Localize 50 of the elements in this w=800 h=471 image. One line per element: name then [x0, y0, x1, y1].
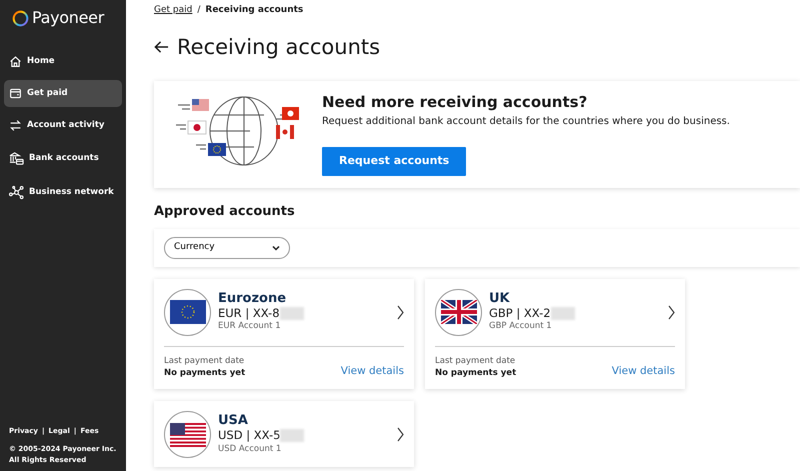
- breadcrumb-separator: /: [197, 4, 200, 17]
- sidebar-item[interactable]: Get paid: [4, 80, 122, 107]
- redacted-number: [280, 429, 304, 442]
- last-payment-label: Last payment date: [164, 354, 246, 368]
- chevron-right-icon[interactable]: [397, 304, 404, 320]
- account-name: GBP Account 1: [489, 320, 553, 334]
- chevron-right-icon[interactable]: [397, 427, 404, 442]
- account-number: EUR | XX-8: [218, 306, 280, 320]
- promo-text: Request additional bank account details for the countries where you do business.: [322, 115, 730, 129]
- account-card[interactable]: USA USD | XX-5 USD Account 1: [154, 401, 414, 467]
- account-card[interactable]: Eurozone EUR | XX-8 EUR Account 1 Last payment date No payments yet View details: [154, 278, 414, 389]
- last-payment-value: No payments yet: [435, 367, 516, 380]
- view-details-link[interactable]: View details: [612, 364, 675, 380]
- home-icon: [9, 55, 22, 68]
- wallet-icon: [9, 87, 22, 100]
- network-icon: [9, 185, 24, 200]
- us-flag-icon: [170, 422, 206, 446]
- account-region: UK: [489, 290, 511, 307]
- account-card[interactable]: UK GBP | XX-2 GBP Account 1 Last payment date No payments yet View details: [425, 278, 685, 389]
- last-payment-label: Last payment date: [435, 354, 516, 368]
- redacted-number: [280, 306, 304, 320]
- eu-flag-icon: [170, 300, 206, 324]
- uk-flag-icon: [440, 300, 476, 324]
- account-number: USD | XX-5: [218, 429, 280, 443]
- caret-icon: [272, 244, 280, 251]
- bank-icon: [9, 151, 24, 166]
- view-details-link[interactable]: View details: [340, 364, 404, 380]
- promo-title: Need more receiving accounts?: [322, 93, 588, 111]
- brand-name: Payoneer: [32, 7, 104, 29]
- section-title: Approved accounts: [154, 202, 296, 220]
- account-number: GBP | XX-2: [489, 306, 551, 320]
- account-region: Eurozone: [218, 290, 288, 307]
- last-payment-value: No payments yet: [164, 367, 246, 380]
- account-region: USA: [218, 413, 249, 430]
- chevron-right-icon[interactable]: [668, 304, 675, 320]
- request-accounts-button[interactable]: Request accounts: [322, 147, 466, 176]
- account-name: USD Account 1: [218, 442, 282, 456]
- logo-icon: [12, 10, 29, 26]
- redacted-number: [550, 306, 575, 320]
- arrows-icon: [9, 119, 22, 132]
- breadcrumb-link[interactable]: Get paid: [154, 4, 192, 18]
- account-name: EUR Account 1: [218, 320, 282, 334]
- sidebar-item[interactable]: Business network: [4, 178, 122, 207]
- breadcrumb-current: Receiving accounts: [205, 4, 304, 17]
- back-arrow-icon[interactable]: [154, 40, 169, 54]
- sidebar-item[interactable]: Account activity: [4, 112, 122, 139]
- page-title: Receiving accounts: [177, 34, 380, 60]
- sidebar-item[interactable]: Bank accounts: [4, 144, 122, 173]
- sidebar-item[interactable]: Home: [4, 48, 122, 75]
- currency-dropdown[interactable]: Currency: [164, 237, 290, 258]
